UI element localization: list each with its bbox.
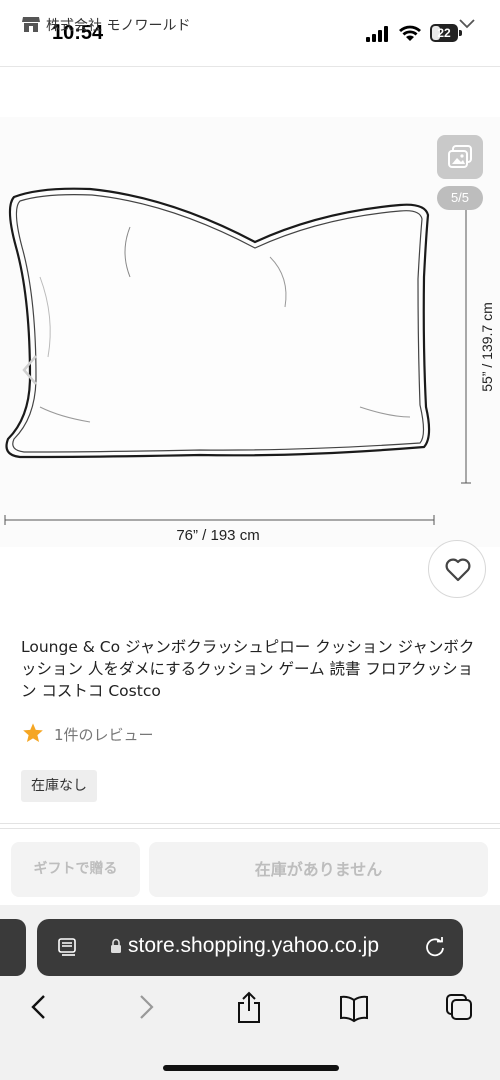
cellular-signal-icon — [366, 26, 388, 42]
divider — [0, 828, 500, 829]
stock-status-badge: 在庫なし — [21, 770, 97, 802]
battery-level: 22 — [437, 26, 451, 40]
gallery-icon — [448, 145, 472, 168]
tabs-icon[interactable] — [444, 990, 474, 1024]
chevron-left-icon[interactable] — [18, 350, 42, 390]
height-dimension-label: 55” / 139.7 cm — [479, 302, 495, 392]
gallery-button[interactable] — [437, 135, 483, 179]
star-icon — [23, 723, 43, 742]
reader-icon[interactable] — [58, 937, 78, 957]
store-icon — [22, 17, 40, 32]
heart-icon — [445, 558, 471, 582]
divider — [0, 823, 500, 824]
gift-button[interactable]: ギフトで贈る — [11, 842, 140, 897]
share-icon[interactable] — [234, 990, 264, 1024]
wifi-icon — [399, 25, 421, 41]
store-name[interactable]: 株式会社 モノワールド — [46, 15, 190, 35]
lock-icon — [111, 938, 121, 953]
favorite-button[interactable] — [428, 540, 486, 598]
bookmarks-icon[interactable] — [339, 990, 369, 1024]
reload-icon[interactable] — [424, 936, 446, 958]
image-counter: 5/5 — [437, 186, 483, 210]
product-image[interactable] — [0, 117, 500, 547]
store-header[interactable] — [0, 66, 500, 118]
out-of-stock-button[interactable]: 在庫がありません — [149, 842, 488, 897]
back-icon[interactable] — [24, 990, 54, 1024]
pillow-illustration — [4, 187, 471, 525]
width-dimension-label: 76” / 193 cm — [176, 527, 260, 544]
chevron-down-icon[interactable] — [458, 18, 476, 30]
review-count-link[interactable]: 1件のレビュー — [54, 724, 154, 745]
forward-icon[interactable] — [131, 990, 161, 1024]
home-indicator — [163, 1065, 339, 1071]
product-title: Lounge & Co ジャンボクラッシュピロー クッション ジャンボクッション… — [21, 638, 475, 700]
url-text[interactable]: store.shopping.yahoo.co.jp — [128, 934, 379, 958]
previous-tab-preview[interactable] — [0, 919, 26, 976]
